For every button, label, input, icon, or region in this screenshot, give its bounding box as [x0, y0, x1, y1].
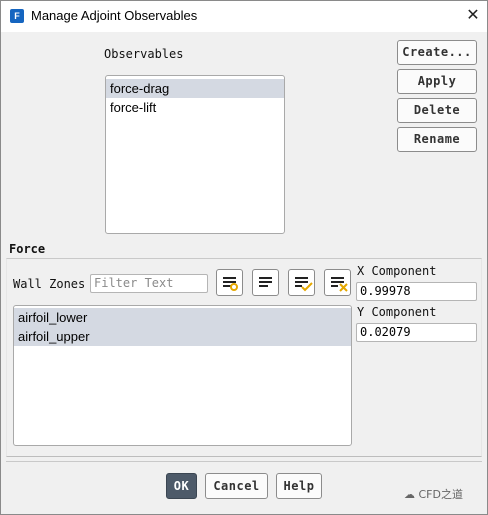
x-component-label: X Component: [357, 264, 437, 278]
watermark: ☁ CFD之道: [404, 486, 463, 502]
ok-button[interactable]: OK: [166, 473, 197, 499]
zone-item-airfoil-lower[interactable]: airfoil_lower: [14, 308, 351, 327]
wechat-icon: ☁: [404, 488, 419, 501]
wall-zones-label: Wall Zones: [13, 277, 86, 291]
wall-zones-list[interactable]: airfoil_lower airfoil_upper: [13, 305, 352, 446]
x-component-input[interactable]: 0.99978: [356, 282, 477, 301]
x-mark-icon: [339, 283, 348, 292]
help-button[interactable]: Help: [276, 473, 322, 499]
zone-item-airfoil-upper[interactable]: airfoil_upper: [14, 327, 351, 346]
force-group-label: Force: [9, 242, 46, 256]
circle-badge-icon: [230, 283, 238, 291]
y-component-label: Y Component: [357, 305, 437, 319]
filter-text-input[interactable]: Filter Text: [90, 274, 208, 293]
window-title: Manage Adjoint Observables: [31, 8, 198, 23]
y-component-input[interactable]: 0.02079: [356, 323, 477, 342]
check-zones-button[interactable]: [288, 269, 315, 296]
apply-button[interactable]: Apply: [397, 69, 477, 94]
list-icon: [259, 277, 272, 289]
clear-zones-button[interactable]: [324, 269, 351, 296]
check-icon: [301, 282, 313, 292]
observable-item-force-drag[interactable]: force-drag: [106, 79, 284, 98]
cancel-button[interactable]: Cancel: [205, 473, 268, 499]
footer-divider: [6, 461, 482, 462]
observables-list[interactable]: force-drag force-lift: [105, 75, 285, 234]
close-icon[interactable]: ✕: [464, 6, 482, 24]
delete-button[interactable]: Delete: [397, 98, 477, 123]
list-zones-button[interactable]: [252, 269, 279, 296]
observable-item-force-lift[interactable]: force-lift: [106, 98, 284, 117]
title-bar: F Manage Adjoint Observables ✕: [1, 1, 487, 32]
select-all-zones-button[interactable]: [216, 269, 243, 296]
create-button[interactable]: Create...: [397, 40, 477, 65]
observables-label: Observables: [104, 47, 184, 61]
watermark-text: CFD之道: [418, 488, 463, 501]
fluent-app-icon: F: [10, 9, 24, 23]
dialog-window: F Manage Adjoint Observables ✕ Observabl…: [0, 0, 488, 515]
rename-button[interactable]: Rename: [397, 127, 477, 152]
